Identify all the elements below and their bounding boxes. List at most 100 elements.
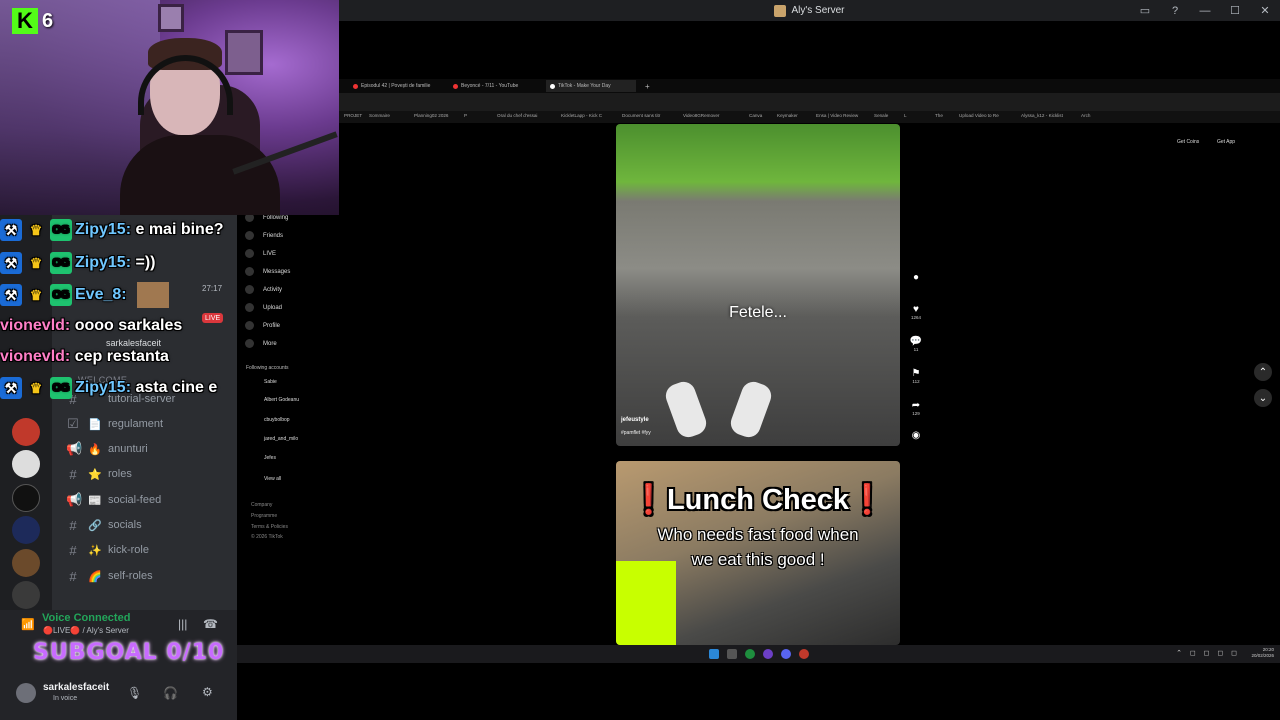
moderator-badge-icon: ⚒ [0,284,22,306]
bookmark[interactable]: The [935,113,943,118]
avatar[interactable] [16,683,36,703]
bookmark[interactable]: Keymaker [777,113,798,118]
bookmark[interactable]: Senale [874,113,888,118]
comment-button[interactable]: 💬 11 [905,336,927,352]
next-video-button[interactable]: ⌄ [1254,389,1272,407]
bookmark[interactable]: Oral du chef d'essai [497,113,537,118]
new-tab-button[interactable]: + [641,80,651,92]
bookmark[interactable]: Upload Video to Re [959,113,999,118]
activity-icon [245,285,254,294]
nav-live[interactable]: LIVE [245,249,276,258]
nav-more[interactable]: More [245,339,277,348]
music-disc-icon[interactable]: ◉ [905,430,927,441]
channel-anunturi[interactable]: 📢 🔥 anunturi [66,439,148,459]
subtitle-line: we eat this good ! [691,550,825,569]
account-item[interactable]: cbuybolbop [264,417,290,423]
account-item[interactable]: Albert Godeanu [264,397,299,403]
footer-link[interactable]: Programme [251,513,277,519]
video-author[interactable]: jefeustyle [621,417,649,423]
previous-video-button[interactable]: ⌃ [1254,363,1272,381]
close-button[interactable]: ✕ [1250,0,1280,21]
channel-self-roles[interactable]: # 🌈 self-roles [66,566,152,586]
channel-socials[interactable]: # 🔗 socials [66,515,141,535]
start-button-icon[interactable] [708,649,719,659]
crown-badge-icon: ♛ [29,221,43,238]
taskbar-clock[interactable]: 20:20 20/02/2026 [1251,647,1274,659]
nav-label: Friends [263,232,284,239]
username[interactable]: sarkalesfaceit [43,682,109,693]
bookmark[interactable]: KickletLapp - Kick C [561,113,602,118]
browser-tab-active[interactable]: TikTok - Make Your Day [546,80,636,92]
address-bar[interactable] [339,93,1280,111]
account-item[interactable]: jared_and_milo [264,436,298,442]
bookmark[interactable]: Canva [749,113,762,118]
chat-separator: : [64,348,75,365]
server-icon[interactable] [12,450,40,478]
video-player[interactable]: Fetele... jefeustyle #pamflet #fyy [616,124,900,446]
inbox-icon[interactable]: ▭ [1130,0,1160,21]
server-icon[interactable] [12,581,40,609]
like-button[interactable]: ♥ 1264 [905,304,927,320]
share-button[interactable]: ➦ 129 [905,400,927,416]
account-item[interactable]: Sabie [264,379,277,385]
help-icon[interactable]: ? [1160,0,1190,21]
nav-upload[interactable]: Upload [245,303,282,312]
server-icon[interactable] [12,549,40,577]
get-app-button[interactable]: Get App [1217,139,1235,145]
nav-friends[interactable]: Friends [245,231,283,240]
browser-tab[interactable]: Beyoncé - 7/11 - YouTube [449,80,539,92]
nav-activity[interactable]: Activity [245,285,282,294]
system-tray[interactable]: ⌃ ◻ ◻ ◻ ◻ [1176,649,1240,657]
bookmark[interactable]: P [464,113,467,118]
app-icon[interactable] [762,649,773,659]
bookmark[interactable]: PROJET [344,113,362,118]
bookmark[interactable]: L [904,113,907,118]
minimize-button[interactable]: — [1190,0,1220,21]
creator-avatar[interactable]: ● [905,272,927,283]
disconnect-icon[interactable]: ☎ [203,617,218,631]
get-coins-button[interactable]: Get Coins [1177,139,1199,145]
channel-regulament[interactable]: ☑ 📄 regulament [66,414,163,434]
chat-text: =)) [135,254,156,271]
bookmark[interactable]: Alyssa_k12 - Kicklist [1021,113,1063,118]
view-all-link[interactable]: View all [264,476,281,482]
bookmark[interactable]: Sommaire [369,113,390,118]
signal-icon[interactable]: 📶 [21,618,35,631]
video-player[interactable]: ❗Lunch Check❗ Who needs fast food when w… [616,461,900,645]
headphones-icon[interactable]: 🎧 [163,686,178,700]
nav-profile[interactable]: Profile [245,321,280,330]
save-button[interactable]: ⚑ 112 [905,368,927,384]
channel-kick-role[interactable]: # ✨ kick-role [66,540,149,560]
server-icon[interactable] [12,516,40,544]
tab-label: Episodul 42 | Povești de familie [361,83,431,89]
bookmark[interactable]: Arch [1081,113,1090,118]
server-icon[interactable] [12,484,40,512]
chat-message: ⚒ ♛ OG Zipy15: =)) [0,251,155,275]
bookmark[interactable]: Ensa | Video Review [816,113,858,118]
channel-name: social-feed [108,494,162,506]
chrome-icon[interactable] [744,649,755,659]
bookmark[interactable]: Document sans titr [622,113,660,118]
obs-icon[interactable] [798,649,809,659]
channel-roles[interactable]: # ⭐ roles [66,464,131,484]
footer-link[interactable]: Terms & Policies [251,524,288,530]
account-item[interactable]: Jefes [264,455,276,461]
noise-suppression-icon[interactable]: ||| [178,617,187,631]
footer-link[interactable]: Company [251,502,272,508]
voice-connected-label[interactable]: Voice Connected [42,612,130,624]
server-icon[interactable] [12,418,40,446]
bookmark[interactable]: Video8GRemover [683,113,719,118]
discord-icon[interactable] [780,649,791,659]
video-tags[interactable]: #pamflet #fyy [621,430,651,436]
channel-social-feed[interactable]: 📢 📰 social-feed [66,490,161,510]
crown-badge-icon: ♛ [29,286,43,303]
mute-icon[interactable]: 🎙 [127,686,142,700]
bookmark[interactable]: Planning02 2026 [414,113,449,118]
search-icon[interactable] [726,649,737,659]
maximize-button[interactable]: ☐ [1220,0,1250,21]
browser-tab[interactable]: Episodul 42 | Povești de familie [349,80,439,92]
voice-channel-label[interactable]: 🔴LIVE🔴 / Aly's Server [43,626,129,635]
settings-gear-icon[interactable]: ⚙ [202,685,213,699]
channel-emoji: ✨ [88,544,102,557]
nav-messages[interactable]: Messages [245,267,290,276]
